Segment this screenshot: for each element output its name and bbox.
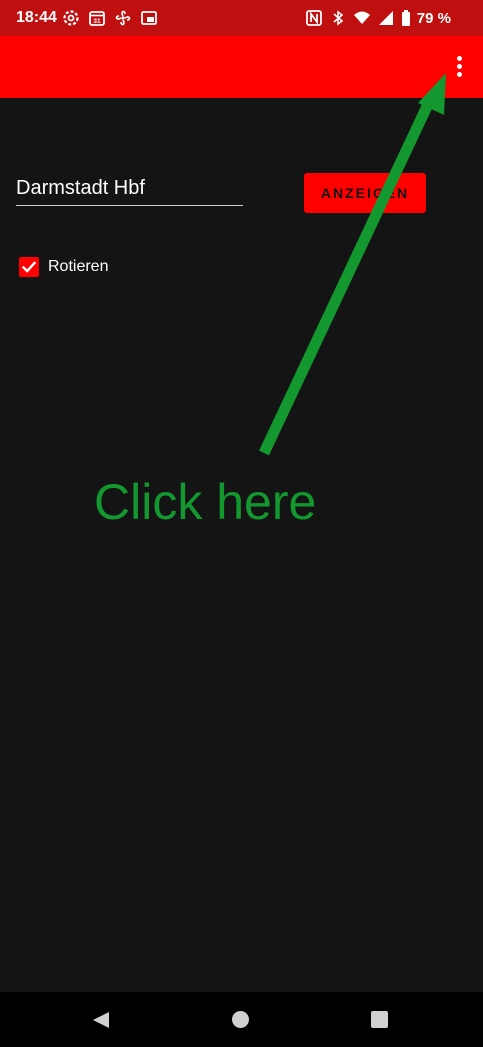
rotate-checkbox[interactable] xyxy=(19,257,39,277)
status-bar: 18:44 31 79 % xyxy=(0,0,483,36)
wifi-icon xyxy=(353,11,370,24)
rotate-label: Rotieren xyxy=(48,258,109,275)
battery-icon xyxy=(401,10,410,26)
station-input[interactable] xyxy=(16,176,243,206)
nfc-icon xyxy=(305,10,322,26)
home-icon[interactable] xyxy=(232,1011,249,1028)
checkmark-icon xyxy=(21,261,37,273)
fan-icon xyxy=(115,10,131,26)
more-vert-icon[interactable] xyxy=(449,54,469,82)
recents-icon[interactable] xyxy=(371,1011,388,1028)
rotate-checkbox-row[interactable]: Rotieren xyxy=(19,257,108,277)
back-icon[interactable] xyxy=(92,1011,110,1029)
battery-percent: 79 % xyxy=(416,9,451,27)
status-system-icons: 79 % xyxy=(305,9,451,27)
signal-icon xyxy=(378,11,393,25)
svg-text:31: 31 xyxy=(93,18,101,25)
bluetooth-icon xyxy=(333,10,344,26)
cast-icon xyxy=(141,11,157,25)
annotation-click-here: Click here xyxy=(94,474,317,530)
status-notification-icons: 31 xyxy=(62,9,158,27)
calendar-icon: 31 xyxy=(89,11,105,26)
settings-gear-icon xyxy=(63,10,79,26)
app-bar xyxy=(0,36,483,98)
show-button[interactable]: ANZEIGEN xyxy=(304,173,426,213)
status-time: 18:44 xyxy=(16,9,57,26)
